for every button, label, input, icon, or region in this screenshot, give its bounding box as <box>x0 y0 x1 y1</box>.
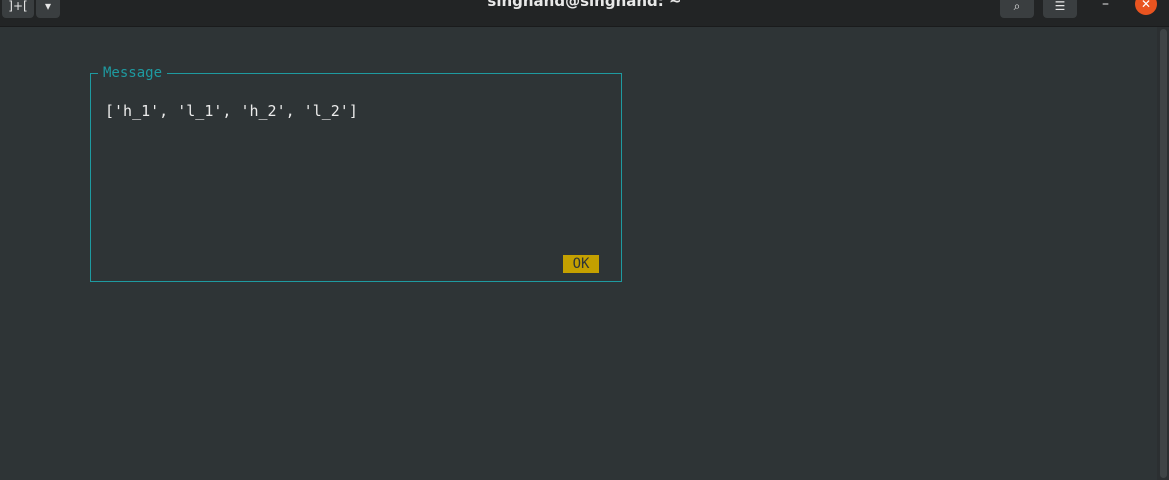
window-title: singhand@singhand: ~ <box>487 0 682 10</box>
close-button[interactable]: ✕ <box>1135 0 1157 15</box>
search-icon: ⌕ <box>1013 0 1021 13</box>
minimize-button[interactable]: – <box>1102 0 1109 12</box>
message-dialog: Message ['h_1', 'l_1', 'h_2', 'l_2'] OK <box>90 64 622 282</box>
dialog-message: ['h_1', 'l_1', 'h_2', 'l_2'] <box>105 102 358 120</box>
window-titlebar: ]+[ ▾ singhand@singhand: ~ ⌕ ☰ – ✕ <box>0 0 1169 27</box>
terminal-scrollbar[interactable] <box>1157 27 1169 480</box>
hamburger-menu-button[interactable]: ☰ <box>1043 0 1077 18</box>
search-button[interactable]: ⌕ <box>1000 0 1034 18</box>
menu-icon: ☰ <box>1054 0 1066 13</box>
ok-button[interactable]: OK <box>563 255 599 273</box>
dialog-title: Message <box>98 64 168 82</box>
scrollbar-thumb[interactable] <box>1160 29 1167 478</box>
minimize-icon: – <box>1102 0 1109 12</box>
close-icon: ✕ <box>1140 0 1152 11</box>
